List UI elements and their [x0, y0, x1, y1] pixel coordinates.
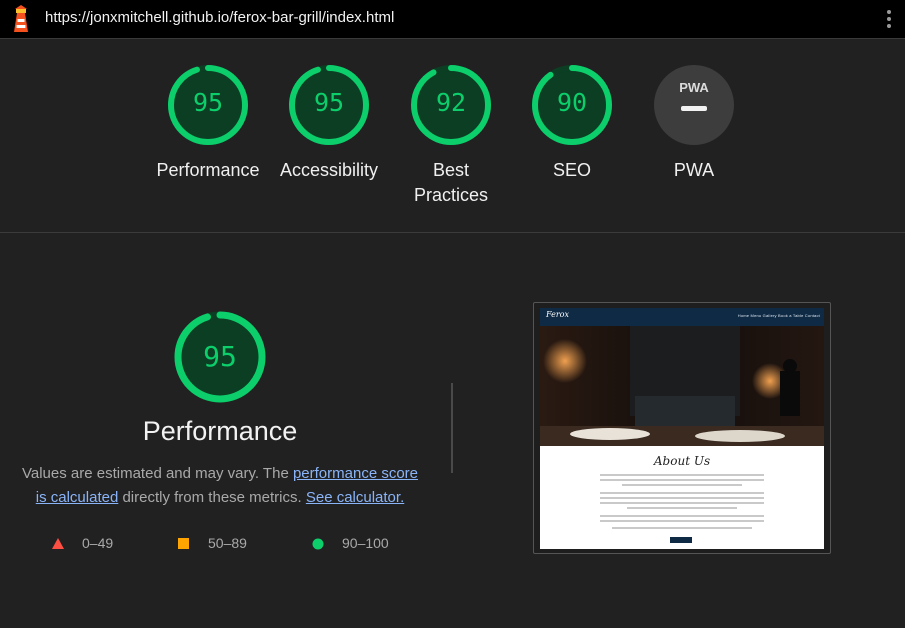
gauge-score: 92 [435, 88, 467, 117]
text-line [600, 502, 764, 504]
site-preview: Ferox Home Menu Gallery Book a Table Con… [540, 308, 824, 549]
performance-score: 95 [203, 340, 237, 373]
gauge-performance[interactable]: 95 Performance [148, 64, 268, 183]
legend-range: 0–49 [82, 535, 114, 551]
text-line [622, 484, 742, 486]
text-line [600, 515, 764, 517]
gauge-score: 90 [556, 88, 588, 117]
fail-triangle-icon [52, 538, 64, 549]
gauge-score: 95 [313, 88, 345, 117]
metrics-note: Values are estimated and may vary. The p… [18, 462, 422, 510]
legend-range: 90–100 [342, 535, 389, 551]
top-bar: https://jonxmitchell.github.io/ferox-bar… [0, 0, 905, 39]
text-line [600, 474, 764, 476]
page-url: https://jonxmitchell.github.io/ferox-bar… [45, 9, 395, 26]
pass-circle-icon [312, 538, 324, 550]
gauge-label: SEO [552, 160, 591, 180]
site-hero-image [540, 326, 824, 446]
gauge-label: Accessibility [279, 160, 379, 180]
final-screenshot[interactable]: Ferox Home Menu Gallery Book a Table Con… [533, 302, 831, 554]
text-line [600, 520, 764, 522]
gauge-seo[interactable]: 90 SEO [512, 64, 632, 183]
gauge-label: Performance [156, 160, 260, 180]
gauge-label: PWA [673, 160, 715, 180]
text-line [600, 497, 764, 499]
note-text: directly from these metrics. [118, 489, 306, 506]
text-line [627, 507, 737, 509]
restaurant-photo-icon [540, 326, 824, 446]
gauge-accessibility[interactable]: 95 Accessibility [269, 64, 389, 183]
site-section-title: About Us [653, 454, 711, 468]
site-nav-links: Home Menu Gallery Book a Table Contact [737, 313, 820, 318]
text-line [612, 527, 752, 529]
site-book-button [670, 537, 692, 543]
site-logo: Ferox [546, 310, 569, 319]
see-calculator-link[interactable]: See calculator. [306, 489, 404, 506]
text-line [600, 479, 764, 481]
site-navbar: Ferox Home Menu Gallery Book a Table Con… [540, 308, 824, 326]
gauge-best-practices[interactable]: 92 Best Practices [391, 64, 511, 208]
vertical-divider [451, 383, 453, 473]
legend-range: 50–89 [208, 535, 247, 551]
gauge-score: 95 [192, 88, 224, 117]
performance-gauge: 95 [160, 310, 280, 404]
average-square-icon [178, 538, 189, 549]
performance-title: Performance [142, 416, 298, 446]
pwa-badge-icon: PWA [654, 65, 734, 145]
gauge-label: Best Practices [413, 160, 489, 205]
section-divider [0, 232, 905, 233]
text-line [600, 492, 764, 494]
pwa-badge-text: PWA [679, 80, 709, 95]
lighthouse-logo-icon [14, 5, 28, 32]
gauge-pwa[interactable]: PWA PWA [634, 64, 754, 183]
note-text: Values are estimated and may vary. The [21, 465, 293, 482]
more-options-icon[interactable] [885, 8, 893, 30]
